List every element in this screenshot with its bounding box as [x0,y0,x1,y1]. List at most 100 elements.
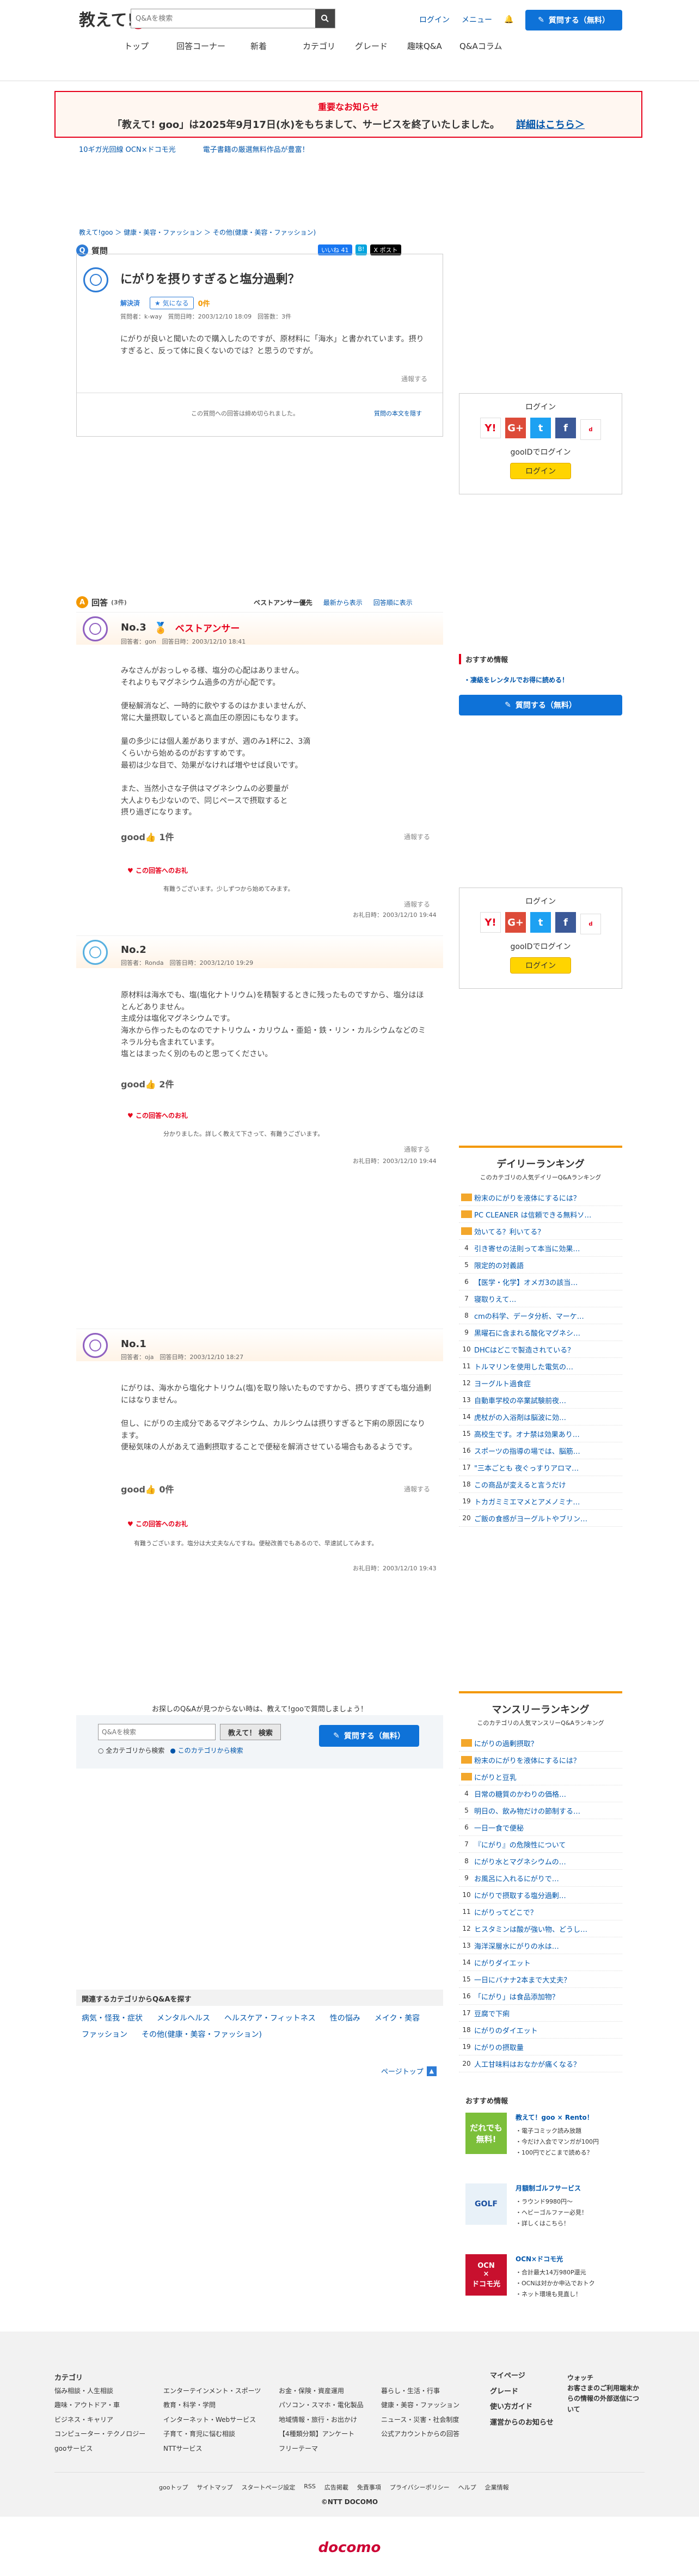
footer-link[interactable]: コンピューター・テクノロジー [54,2427,145,2441]
docomo-icon[interactable]: d [580,914,601,934]
facebook-icon[interactable]: f [555,912,576,933]
bottom-search-button[interactable]: 教えて！ 検索 [220,1724,281,1740]
footer-link[interactable]: 地域情報・旅行・お出かけ [279,2413,364,2427]
breadcrumb-item[interactable]: 教えて!goo [79,229,113,236]
bottom-search-input[interactable] [98,1724,216,1740]
ranking-item[interactable]: 6 【医学・化学】オメガ3の該当… [459,1274,622,1290]
nav-column[interactable]: Q&Aコラム [459,40,512,52]
ranking-item[interactable]: PC CLEANER は信頼できる無料ソ… [459,1206,622,1223]
sidebar-recommend-link[interactable]: ・凄級をレンタルでお得に読める！ [464,675,568,684]
footer-link[interactable]: スタートページ設定 [241,2483,295,2492]
bell-icon[interactable]: 🔔 [504,15,513,24]
ranking-item[interactable]: 11 トルマリンを使用した電気の… [459,1358,622,1375]
ranking-item[interactable]: 19 にがりの摂取量 [459,2039,622,2055]
ranking-item[interactable]: 16 「にがり」は食品添加物？ [459,1988,622,2005]
ranking-item[interactable]: 17 "三本ごとも 夜ぐっすりアロマ… [459,1459,622,1476]
sidebar-ask-button[interactable]: ✎ 質問する（無料） [459,695,622,715]
footer-link[interactable]: gooトップ [159,2483,188,2492]
ranking-item[interactable]: 16 スポーツの指導の場では、脳筋… [459,1442,622,1459]
scope-this-radio[interactable]: ● このカテゴリから検索 [170,1746,243,1755]
nav-answer-corner[interactable]: 回答コーナー [176,40,250,52]
ranking-item[interactable]: 5 明日の、飲み物だけの節制する… [459,1802,622,1819]
google-icon[interactable]: G+ [505,912,526,933]
ranking-item[interactable]: 5 限定的の対義語 [459,1257,622,1274]
nav-new[interactable]: 新着 [250,40,303,52]
footer-link[interactable]: 健康・美容・ファッション [381,2398,459,2412]
footer-link[interactable]: マイページ [490,2369,554,2384]
ranking-item[interactable]: 8 にがり水とマグネシウムの… [459,1853,622,1870]
tab-newest[interactable]: 最新から表示 [323,598,363,607]
bottom-ask-button[interactable]: ✎ 質問する（無料） [319,1725,419,1747]
footer-link[interactable]: 子育て・育児に悩む相談 [163,2427,261,2441]
twitter-icon[interactable]: t [530,912,551,933]
footer-link[interactable]: 公式アカウントからの回答 [381,2427,459,2441]
ranking-item[interactable]: 19 トカガミミエマメとアメノミナ… [459,1493,622,1510]
facebook-icon[interactable]: f [555,418,576,438]
promo-link-ebook[interactable]: 電子書籍の厳選無料作品が豊富！ [203,144,309,154]
nav-top[interactable]: トップ [124,40,176,52]
report-link[interactable]: 通報する [404,1484,430,1494]
footer-link[interactable]: 教育・科学・学問 [163,2398,261,2412]
breadcrumb-item[interactable]: その他(健康・美容・ファッション) [213,229,316,236]
ranking-item[interactable]: 20 人工甘味料はおなかが痛くなる？ [459,2055,622,2072]
login-link[interactable]: ログイン [419,14,450,25]
footer-link[interactable]: gooサービス [54,2442,145,2456]
ranking-item[interactable]: 7 寝取りえて… [459,1290,622,1307]
ranking-item[interactable]: 10 にがりで摂取する塩分過剰… [459,1887,622,1904]
footer-link[interactable]: インターネット・Webサービス [163,2413,261,2427]
footer-link[interactable]: エンターテインメント・スポーツ [163,2384,261,2398]
footer-link[interactable]: お金・保険・資産運用 [279,2384,364,2398]
ranking-item[interactable]: 8 cmの科学、データ分析、マーケ… [459,1307,622,1324]
nav-grade[interactable]: グレード [355,40,407,52]
footer-link[interactable]: プライバシーポリシー [390,2483,450,2492]
ranking-item[interactable]: 10 DHCはどこで製造されている？ [459,1341,622,1358]
ranking-item[interactable]: 13 海洋深層水にがりの水は… [459,1937,622,1954]
report-link[interactable]: 通報する [404,900,430,909]
sidebar-login-button[interactable]: ログイン [510,957,571,974]
notice-link[interactable]: 詳細はこちら＞ [516,119,585,131]
yahoo-icon[interactable]: Y! [480,912,501,933]
related-category[interactable]: 病気・怪我・症状 [82,2012,143,2023]
footer-link[interactable]: ウォッチ [567,2373,643,2383]
footer-link[interactable]: フリーテーマ [279,2442,364,2456]
ranking-item[interactable]: 粉末のにがりを液体にするには？ [459,1189,622,1206]
related-category[interactable]: メンタルヘルス [157,2012,210,2023]
report-link[interactable]: 通報する [401,374,427,383]
footer-link[interactable]: 暮らし・生活・行事 [381,2384,459,2398]
hide-body-link[interactable]: 質問の本文を隠す [374,409,422,418]
ranking-item[interactable]: 15 高校生です。オナ禁は効果あり… [459,1425,622,1442]
ranking-item[interactable]: 4 引き寄せの法則って本当に効果… [459,1240,622,1257]
footer-link[interactable]: 企業情報 [485,2483,509,2492]
breadcrumb-item[interactable]: 健康・美容・ファッション [124,229,202,236]
related-category[interactable]: ヘルスケア・フィットネス [224,2012,316,2023]
ranking-item[interactable]: 17 豆腐で下痢 [459,2005,622,2022]
footer-link[interactable]: サイトマップ [197,2483,232,2492]
ranking-item[interactable]: 粉末のにがりを液体にするには？ [459,1752,622,1769]
good-counter[interactable]: good👍 2件 [121,1077,174,1090]
ranking-item[interactable]: 9 黒曜石に含まれる酸化マグネシ… [459,1324,622,1341]
search-button[interactable] [315,9,335,28]
tab-order[interactable]: 回答順に表示 [373,598,413,607]
docomo-icon[interactable]: d [580,419,601,440]
header-ask-button[interactable]: ✎ 質問する（無料） [525,10,622,30]
footer-link[interactable]: お客さまのご利用端末からの情報の外部送信について [567,2383,643,2415]
report-link[interactable]: 通報する [404,832,430,841]
ranking-item[interactable]: にがりと豆乳 [459,1769,622,1785]
docomo-logo[interactable]: docomo [0,2540,699,2556]
ranking-item[interactable]: 12 ヒスタミンは酸が強い物、どうし… [459,1920,622,1937]
interest-button[interactable]: ★ 気になる [150,297,194,309]
search-input[interactable] [131,9,315,28]
ranking-item[interactable]: にがりの過剰摂取？ [459,1735,622,1752]
footer-link[interactable]: ビジネス・キャリア [54,2413,145,2427]
related-category[interactable]: その他(健康・美容・ファッション) [142,2029,262,2040]
ranking-item[interactable]: 14 にがりダイエット [459,1954,622,1971]
related-category[interactable]: メイク・美容 [375,2012,420,2023]
footer-link[interactable]: 【4種類分類】アンケート [279,2427,364,2441]
google-icon[interactable]: G+ [505,418,526,438]
footer-link[interactable]: NTTサービス [163,2442,261,2456]
ranking-item[interactable]: 7 『にがり』の危険性について [459,1836,622,1853]
ranking-item[interactable]: 18 この商品が変えると言うだけ [459,1476,622,1493]
report-link[interactable]: 通報する [404,1145,430,1154]
footer-link[interactable]: 運営からのお知らせ [490,2415,554,2431]
ranking-item[interactable]: 20 ご飯の食感がヨーグルトやブリン… [459,1510,622,1527]
